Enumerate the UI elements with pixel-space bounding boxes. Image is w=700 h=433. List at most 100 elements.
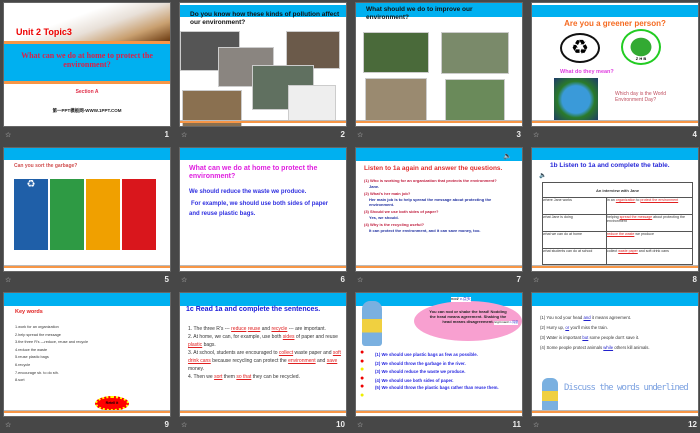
text: so that xyxy=(236,374,252,380)
text: collect xyxy=(278,350,294,356)
star-icon: ☆ xyxy=(357,422,364,429)
text: bags. xyxy=(203,342,216,348)
text: it means agreement. xyxy=(590,315,632,320)
text: (5) We should throw the plastic bags rat… xyxy=(375,385,499,391)
text: 7.encourage sb. to do sth. xyxy=(15,370,59,375)
slide-title: Are you a greener person? xyxy=(564,19,666,28)
star-icon: ☆ xyxy=(5,277,12,284)
star-icon: ☆ xyxy=(533,132,540,139)
photo-trash-bin xyxy=(365,78,427,121)
slide-thumbnail-3[interactable]: What should we do to improve our environ… xyxy=(355,2,523,127)
text: we produce xyxy=(635,232,654,236)
text: (2) Hurry up, xyxy=(540,325,566,330)
text: (3) We should reduce the waste we produc… xyxy=(375,369,466,375)
text: At school, students are encouraged to xyxy=(193,350,278,356)
speaker-icon[interactable]: 🔈 xyxy=(503,152,512,160)
slide-number: 9 xyxy=(164,420,169,429)
question-text: What do they mean? xyxy=(560,69,614,75)
cat-mascot xyxy=(362,301,382,346)
slide-thumbnail-12[interactable]: (1) You nod your head and it means agree… xyxy=(531,292,699,417)
text: sides xyxy=(282,334,295,340)
text: reuse xyxy=(247,326,261,332)
slide-number: 1 xyxy=(164,130,169,139)
text: (4) We should use both sides of paper. xyxy=(375,377,454,383)
text: 3.the three R's —reduce, reuse and recyc… xyxy=(15,340,89,345)
text: 2. xyxy=(188,334,193,340)
photo-cycling xyxy=(441,32,509,74)
site-label: 第一PPT模板网-WWW.1PPT.COM xyxy=(52,108,122,113)
question: (1) Who is working for an organization t… xyxy=(364,178,497,183)
slide-title: 1b Listen to 1a and complete the table. xyxy=(550,162,670,169)
text: 8.sort xyxy=(15,378,25,383)
recyclable-bin: ♻ xyxy=(14,179,48,250)
slide-title: What can we do at home to protect the en… xyxy=(189,165,318,181)
kitchen-waste-bin xyxy=(50,179,84,250)
slide-thumbnail-4[interactable]: Are you a greener person? ♻ Z H B What d… xyxy=(531,2,699,127)
slide-thumbnail-1[interactable]: Unit 2 Topic3 What can we do at home to … xyxy=(3,2,171,127)
retell-button[interactable]: Retell it xyxy=(95,396,129,411)
slide-title: What can we do at home to protect the en… xyxy=(21,51,153,69)
text: others kill animals. xyxy=(613,345,650,350)
slide-title: What should we do to improve our environ… xyxy=(366,6,473,21)
slide-thumbnail-2[interactable]: Do you know how these kinds of pollution… xyxy=(179,2,347,127)
slide-thumbnail-8[interactable]: 1b Listen to 1a and complete the table. … xyxy=(531,147,699,272)
star-icon: ☆ xyxy=(5,132,12,139)
star-icon: ☆ xyxy=(181,277,188,284)
text: --- are important. xyxy=(288,326,326,332)
row-label: what we can do at home xyxy=(542,231,607,249)
answer-line-2: For example, we should use both sides of… xyxy=(189,201,329,217)
slide-number: 3 xyxy=(516,130,521,139)
answer: Her main job is to help spread the messa… xyxy=(369,197,492,207)
text: because recycling can protect the xyxy=(212,358,287,364)
slide-number: 2 xyxy=(340,130,345,139)
text: (2) We should throw the garbage in the r… xyxy=(375,360,466,366)
text: protect the environment xyxy=(640,198,679,202)
slide-title: 1c Read 1a and complete the sentences. xyxy=(186,306,321,313)
text: to xyxy=(636,198,640,202)
speaker-icon[interactable]: 🔈 xyxy=(539,172,546,179)
text: Then we xyxy=(193,374,213,380)
text: save xyxy=(326,358,338,364)
text: of paper and reuse xyxy=(295,334,338,340)
earth-image xyxy=(554,78,598,121)
text: 6.recycle xyxy=(15,362,31,367)
slide-thumbnail-9[interactable]: Key words 1.work for an organization 2.he… xyxy=(3,292,171,417)
text: plastic xyxy=(188,342,203,348)
text: reduce xyxy=(231,326,247,332)
slide-thumbnail-10[interactable]: 1c Read 1a and complete the sentences. 1… xyxy=(179,292,347,417)
star-icon: ☆ xyxy=(533,422,540,429)
table-title: An interview with Jane xyxy=(542,182,693,198)
star-icon: ☆ xyxy=(357,277,364,284)
slide-thumbnail-5[interactable]: Can you sort the garbage? ♻ xyxy=(3,147,171,272)
phonetic-agreement: /ə'ɡri:mənt/ n.同意 xyxy=(494,320,519,325)
text: 4.reduce the waste xyxy=(15,347,48,352)
zhb-logo: Z H B xyxy=(621,29,661,65)
text: environment xyxy=(288,358,316,364)
slide-number: 4 xyxy=(692,130,697,139)
unit-label: Unit 2 Topic3 xyxy=(16,27,72,37)
text: 3. xyxy=(188,350,193,356)
text: some people don't save it. xyxy=(588,335,640,340)
statements-list: (1) We should use plastic bags as few as… xyxy=(375,351,521,391)
text: and soft drink cans xyxy=(638,249,669,253)
slide-thumbnail-7[interactable]: 🔈 Listen to 1a again and answer the ques… xyxy=(355,147,523,272)
text: The three R's --- xyxy=(193,326,230,332)
slide-thumbnail-6[interactable]: What can we do at home to protect the en… xyxy=(179,147,347,272)
answer: Jane. xyxy=(369,184,380,189)
slide-title: Listen to 1a again and answer the questi… xyxy=(364,165,503,172)
recycle-icon: ♻ xyxy=(560,33,600,63)
other-waste-bin xyxy=(86,179,120,250)
star-icon: ☆ xyxy=(181,422,188,429)
text: (4) Some people protect animals xyxy=(540,345,604,350)
row-label: what Jane is doing xyxy=(542,214,607,232)
slide-title: Key words xyxy=(15,309,43,315)
slide-number: 12 xyxy=(688,420,697,429)
text: reduce the waste xyxy=(607,232,635,236)
slide-title: Do you know how these kinds of pollution… xyxy=(190,11,340,26)
interview-table: An interview with Jane where Jane works i… xyxy=(542,182,693,265)
slide-thumbnail-11[interactable]: You can nod or shake the head! Nodding t… xyxy=(355,292,523,417)
text: 1.work for an organization xyxy=(15,325,59,329)
answer: It can protect the environment, and it c… xyxy=(369,228,481,233)
text: (3) Water is important xyxy=(540,335,583,340)
text: n.同意 xyxy=(509,320,519,324)
